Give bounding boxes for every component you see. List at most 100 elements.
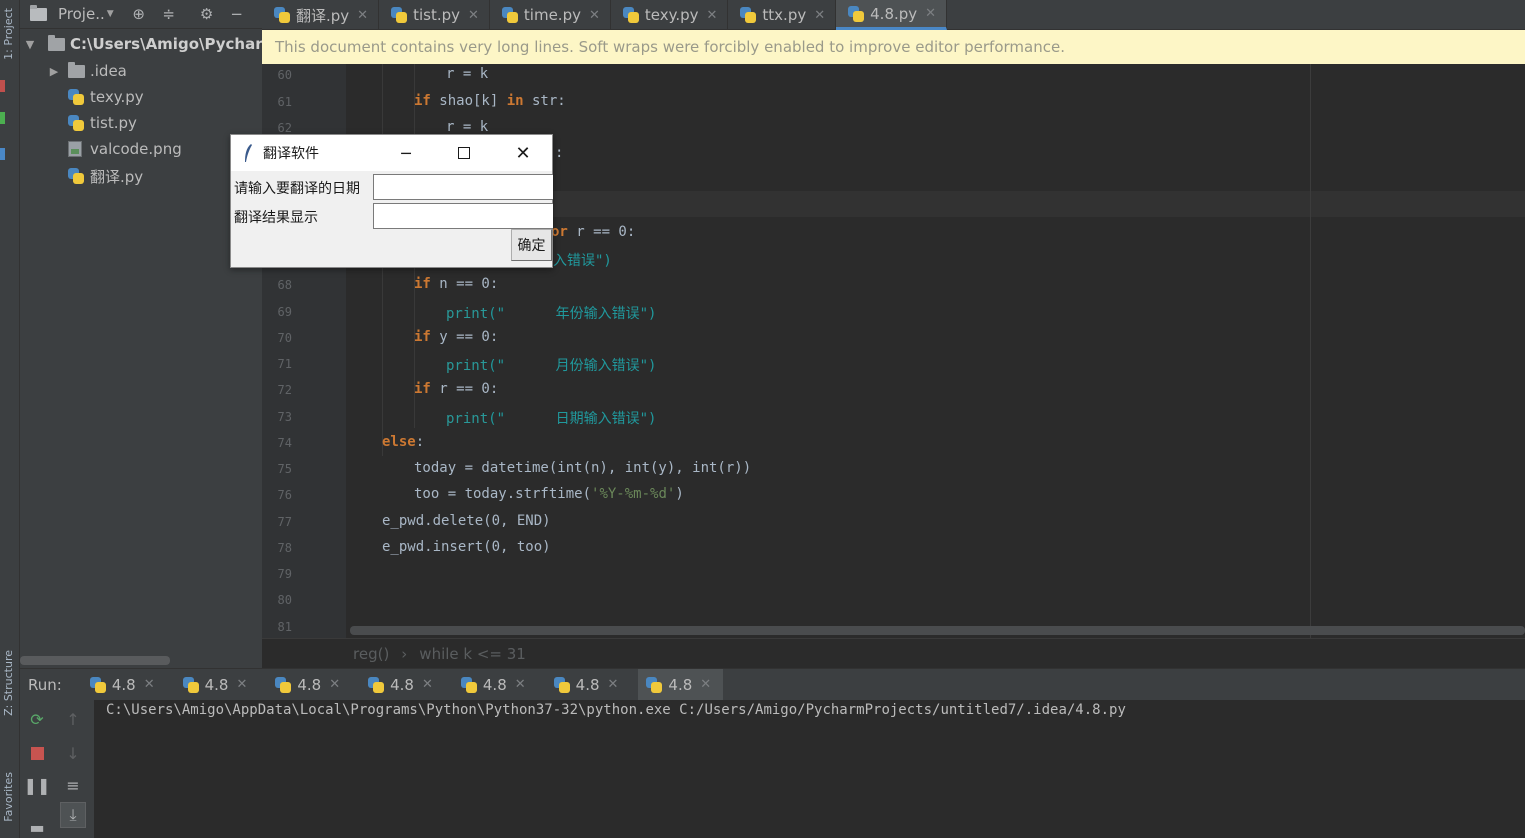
project-view-selector[interactable]: Proje.. <box>58 5 105 23</box>
tab-label: 翻译.py <box>296 6 350 25</box>
python-file-icon <box>274 7 290 23</box>
python-file-icon <box>68 168 84 184</box>
close-icon[interactable]: ✕ <box>468 8 479 23</box>
line-number: 68 <box>277 278 292 292</box>
tab-time[interactable]: time.py ✕ <box>490 0 611 30</box>
close-icon[interactable]: ✕ <box>236 677 247 692</box>
code-line-73: print(" 日期输入错误") <box>446 408 656 428</box>
builtin-function: print <box>446 358 489 374</box>
line-number: 62 <box>277 121 292 135</box>
close-icon[interactable]: ✕ <box>494 135 552 171</box>
run-tab[interactable]: 4.8 ✕ <box>267 669 352 701</box>
editor-horizontal-scrollbar[interactable] <box>350 626 1525 635</box>
run-tab[interactable]: 4.8 ✕ <box>360 669 445 701</box>
close-icon[interactable]: ✕ <box>589 8 600 23</box>
keyword: if <box>414 276 431 292</box>
string-literal: (" 月份输入错误") <box>488 358 657 374</box>
python-file-icon <box>740 7 757 23</box>
close-icon[interactable]: ✕ <box>925 6 936 21</box>
arrow-up-icon[interactable]: ↑ <box>60 706 86 732</box>
tab-fanyi[interactable]: 翻译.py ✕ <box>262 0 380 30</box>
line-number: 75 <box>277 462 292 476</box>
minimize-icon[interactable]: ─ <box>377 135 435 171</box>
close-icon[interactable]: ✕ <box>329 677 340 692</box>
code-text: r == 0: <box>567 224 636 240</box>
breadcrumb-loop[interactable]: while k <= 31 <box>419 645 526 663</box>
layout-icon[interactable]: ▬ <box>24 814 50 838</box>
close-icon[interactable]: ✕ <box>357 8 368 23</box>
tree-item-texy[interactable]: texy.py <box>68 85 144 109</box>
chevron-right-icon[interactable]: ▶ <box>46 65 62 78</box>
run-tab-label: 4.8 <box>390 675 414 694</box>
hide-icon[interactable]: − <box>226 3 248 25</box>
stop-icon[interactable] <box>24 740 50 766</box>
python-icon <box>89 676 106 693</box>
stripe-marker-red <box>0 80 5 92</box>
tree-item-fanyi[interactable]: 翻译.py <box>68 164 143 188</box>
line-number: 70 <box>277 331 292 345</box>
close-icon[interactable]: ✕ <box>515 677 526 692</box>
arrow-down-icon[interactable]: ↓ <box>60 740 86 766</box>
result-output[interactable] <box>373 203 553 229</box>
dialog-titlebar[interactable]: 翻译软件 ─ ✕ <box>231 135 552 171</box>
line-number: 80 <box>277 593 292 607</box>
tree-item-tist[interactable]: tist.py <box>68 111 137 135</box>
code-line-72: if r == 0: <box>414 381 498 397</box>
close-icon[interactable]: ✕ <box>144 677 155 692</box>
tab-label: time.py <box>523 6 581 24</box>
structure-tool-button[interactable]: Z: Structure <box>2 650 15 716</box>
chevron-down-icon[interactable]: ▼ <box>107 9 114 19</box>
tree-item-valcode[interactable]: valcode.png <box>68 137 182 161</box>
keyword: if <box>414 381 431 397</box>
favorites-tool-button[interactable]: Favorites <box>2 772 15 822</box>
soft-wrap-notice: This document contains very long lines. … <box>262 30 1525 64</box>
project-scrollbar[interactable] <box>20 656 170 665</box>
maximize-icon[interactable] <box>435 135 493 171</box>
scroll-to-end-icon[interactable]: ⤓ <box>60 802 86 828</box>
project-panel: Proje.. ▼ ⊕ ≑ ⚙ − ▼ C:\Users\Amigo\Pycha… <box>20 0 278 668</box>
close-icon[interactable]: ✕ <box>700 677 711 692</box>
python-file-icon <box>501 7 518 23</box>
close-icon[interactable]: ✕ <box>707 8 718 23</box>
run-tab[interactable]: 4.8 ✕ <box>546 669 631 701</box>
chevron-down-icon[interactable]: ▼ <box>22 38 38 51</box>
gear-icon[interactable]: ⚙ <box>196 3 218 25</box>
console-output-line: C:\Users\Amigo\AppData\Local\Programs\Py… <box>106 702 1126 718</box>
confirm-button[interactable]: 确定 <box>511 229 552 261</box>
run-tab[interactable]: 4.8 ✕ <box>82 669 167 701</box>
run-label: Run: <box>28 675 62 694</box>
code-line-78: e_pwd.insert(0, too) <box>382 539 551 555</box>
tab-ttx[interactable]: ttx.py ✕ <box>728 0 837 30</box>
left-tool-stripe: 1: Project Z: Structure Favorites <box>0 0 20 838</box>
stripe-marker-blue <box>0 148 5 160</box>
breadcrumb-function[interactable]: reg() <box>353 645 389 663</box>
code-line-62: r = k <box>446 119 489 135</box>
tree-root[interactable]: ▼ C:\Users\Amigo\Pycharm <box>20 32 278 56</box>
close-icon[interactable]: ✕ <box>608 677 619 692</box>
collapse-all-icon[interactable]: ≑ <box>158 3 180 25</box>
line-number: 74 <box>277 436 292 450</box>
run-tab[interactable]: 4.8 ✕ <box>175 669 260 701</box>
tk-feather-icon <box>245 144 252 162</box>
code-line-67-tail: 入错误") <box>553 253 612 269</box>
line-number: 72 <box>277 383 292 397</box>
soft-wrap-icon[interactable]: ≡ <box>60 772 86 798</box>
date-input[interactable] <box>373 174 553 200</box>
pause-icon[interactable]: ❚❚ <box>24 772 51 798</box>
run-console[interactable]: C:\Users\Amigo\AppData\Local\Programs\Py… <box>94 700 1525 838</box>
code-text: r == 0: <box>430 381 499 397</box>
tab-texy[interactable]: texy.py ✕ <box>611 0 729 30</box>
tree-item-idea[interactable]: ▶ .idea <box>46 59 127 83</box>
python-icon <box>368 676 385 693</box>
tab-4-8[interactable]: 4.8.py ✕ <box>836 0 948 30</box>
close-icon[interactable]: ✕ <box>422 677 433 692</box>
run-tab-active[interactable]: 4.8 ✕ <box>638 668 724 701</box>
project-tool-button[interactable]: 1: Project <box>2 8 15 60</box>
python-file-icon <box>622 7 639 23</box>
tab-tist[interactable]: tist.py ✕ <box>379 0 490 30</box>
rerun-icon[interactable]: ⟳ <box>24 706 50 732</box>
locate-icon[interactable]: ⊕ <box>128 3 150 25</box>
run-tab[interactable]: 4.8 ✕ <box>453 669 538 701</box>
run-tab-label: 4.8 <box>204 675 229 694</box>
close-icon[interactable]: ✕ <box>814 8 825 23</box>
